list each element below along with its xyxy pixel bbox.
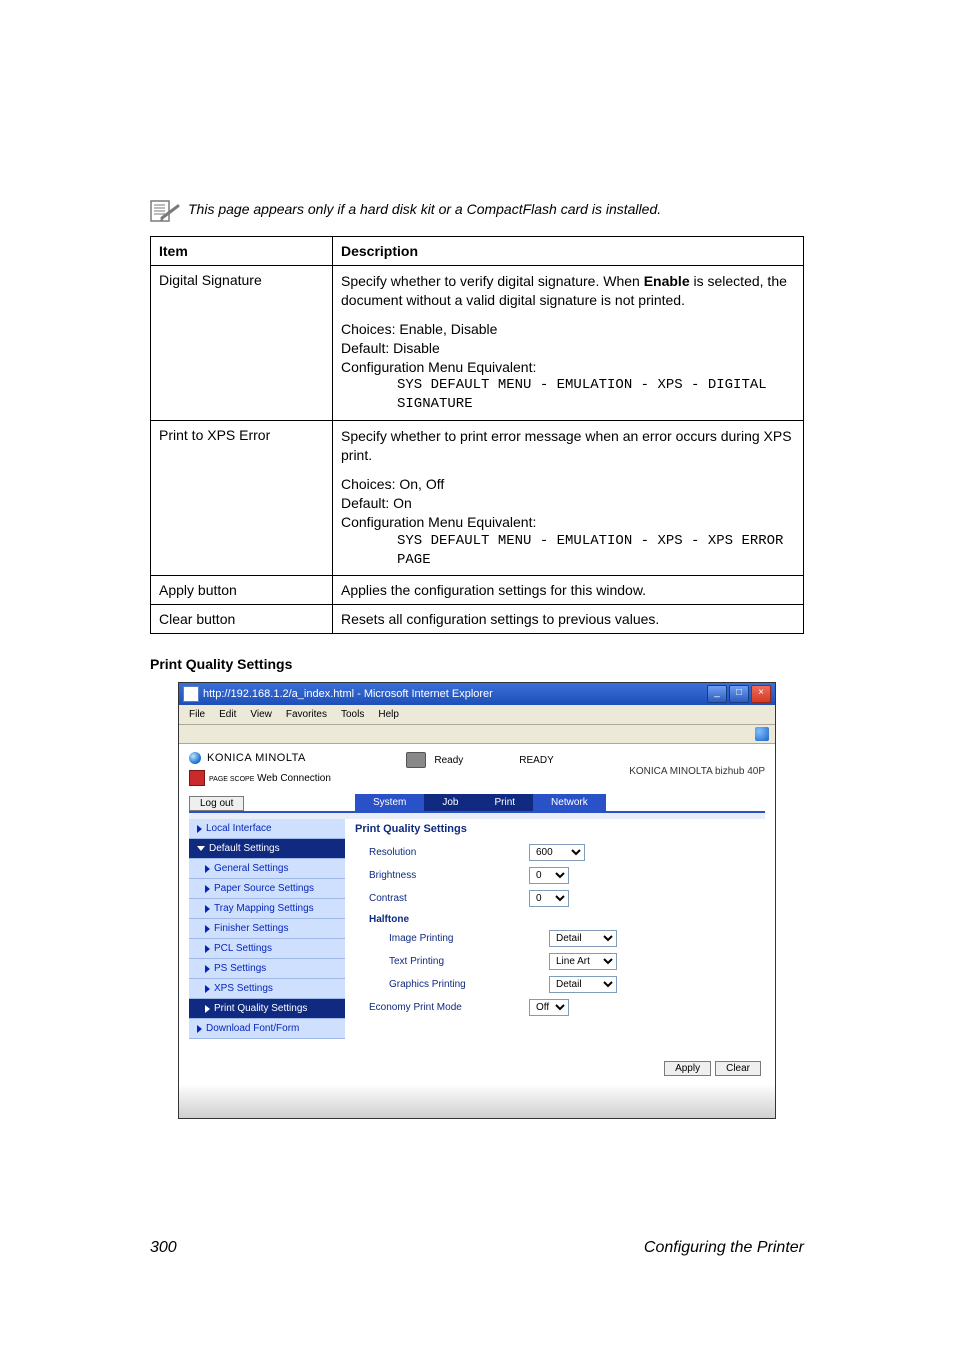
select-economy[interactable]: Off	[529, 999, 569, 1016]
window-titlebar: http://192.168.1.2/a_index.html - Micros…	[179, 683, 775, 705]
sidebar-item-print-quality[interactable]: Print Quality Settings	[189, 999, 345, 1019]
label-halftone: Halftone	[355, 910, 765, 927]
menu-view[interactable]: View	[244, 707, 278, 722]
tab-network[interactable]: Network	[533, 794, 606, 811]
sidebar: Local Interface Default Settings General…	[189, 819, 345, 1039]
tab-job[interactable]: Job	[424, 794, 476, 811]
cell-desc: Resets all configuration settings to pre…	[333, 605, 804, 634]
select-brightness[interactable]: 0	[529, 867, 569, 884]
select-image-printing[interactable]: Detail	[549, 930, 617, 947]
tabs: System Job Print Network	[355, 794, 775, 811]
footer-gradient	[179, 1084, 775, 1118]
cell-item: Apply button	[151, 576, 333, 605]
sidebar-item-pcl[interactable]: PCL Settings	[189, 939, 345, 959]
label-brightness: Brightness	[355, 870, 529, 881]
sidebar-item-tray-mapping[interactable]: Tray Mapping Settings	[189, 899, 345, 919]
section-heading: Print Quality Settings	[150, 656, 804, 672]
ie-logo-icon	[755, 727, 769, 741]
table-row: Print to XPS Error Specify whether to pr…	[151, 421, 804, 576]
sidebar-item-xps[interactable]: XPS Settings	[189, 979, 345, 999]
status-ready-small: Ready	[434, 755, 463, 766]
menu-bar: File Edit View Favorites Tools Help	[179, 705, 775, 725]
menu-favorites[interactable]: Favorites	[280, 707, 333, 722]
label-graphics-printing: Graphics Printing	[355, 979, 549, 990]
cell-desc: Specify whether to verify digital signat…	[333, 266, 804, 421]
note-row: This page appears only if a hard disk ki…	[150, 200, 804, 222]
menu-tools[interactable]: Tools	[335, 707, 370, 722]
settings-panel: Print Quality Settings Resolution600 Bri…	[355, 819, 765, 1039]
menu-help[interactable]: Help	[372, 707, 405, 722]
menu-file[interactable]: File	[183, 707, 211, 722]
note-text: This page appears only if a hard disk ki…	[188, 200, 661, 219]
cell-item: Digital Signature	[151, 266, 333, 421]
label-image-printing: Image Printing	[355, 933, 549, 944]
footer-title: Configuring the Printer	[644, 1239, 804, 1257]
window-title: http://192.168.1.2/a_index.html - Micros…	[199, 688, 707, 700]
select-text-printing[interactable]: Line Art	[549, 953, 617, 970]
header-area: KONICA MINOLTA PAGE SCOPE Web Connection…	[179, 744, 775, 790]
sidebar-item-finisher[interactable]: Finisher Settings	[189, 919, 345, 939]
table-row: Apply button Applies the configuration s…	[151, 576, 804, 605]
clear-button[interactable]: Clear	[715, 1061, 761, 1076]
model-label: KONICA MINOLTA bizhub 40P	[629, 752, 765, 777]
tab-system[interactable]: System	[355, 794, 424, 811]
close-button[interactable]: ×	[751, 685, 771, 703]
page-number: 300	[150, 1239, 177, 1257]
ie-toolbar-strip	[179, 725, 775, 744]
sidebar-item-default-settings[interactable]: Default Settings	[189, 839, 345, 859]
sidebar-item-ps[interactable]: PS Settings	[189, 959, 345, 979]
tab-print[interactable]: Print	[476, 794, 533, 811]
label-resolution: Resolution	[355, 847, 529, 858]
select-resolution[interactable]: 600	[529, 844, 585, 861]
table-row: Digital Signature Specify whether to ver…	[151, 266, 804, 421]
note-icon	[150, 200, 180, 222]
cell-desc: Specify whether to print error message w…	[333, 421, 804, 576]
apply-button[interactable]: Apply	[664, 1061, 711, 1076]
menu-edit[interactable]: Edit	[213, 707, 242, 722]
th-desc: Description	[333, 237, 804, 266]
printer-icon	[406, 752, 426, 768]
panel-heading: Print Quality Settings	[355, 819, 765, 841]
table-row: Clear button Resets all configuration se…	[151, 605, 804, 634]
pagescope-icon	[189, 770, 205, 786]
cell-desc: Applies the configuration settings for t…	[333, 576, 804, 605]
select-graphics-printing[interactable]: Detail	[549, 976, 617, 993]
settings-table: Item Description Digital Signature Speci…	[150, 236, 804, 634]
status-ready-caps: READY	[519, 755, 553, 766]
minimize-button[interactable]: _	[707, 685, 727, 703]
label-economy: Economy Print Mode	[355, 1002, 529, 1013]
brand-text: KONICA MINOLTA	[207, 752, 306, 764]
cell-item: Print to XPS Error	[151, 421, 333, 576]
cell-item: Clear button	[151, 605, 333, 634]
sidebar-item-paper-source[interactable]: Paper Source Settings	[189, 879, 345, 899]
sidebar-item-download-font[interactable]: Download Font/Form	[189, 1019, 345, 1039]
maximize-button[interactable]: □	[729, 685, 749, 703]
km-logo-icon	[189, 752, 201, 764]
th-item: Item	[151, 237, 333, 266]
label-text-printing: Text Printing	[355, 956, 549, 967]
select-contrast[interactable]: 0	[529, 890, 569, 907]
page-footer: 300 Configuring the Printer	[150, 1119, 804, 1257]
sidebar-item-local-interface[interactable]: Local Interface	[189, 819, 345, 839]
label-contrast: Contrast	[355, 893, 529, 904]
sidebar-item-general[interactable]: General Settings	[189, 859, 345, 879]
browser-screenshot: http://192.168.1.2/a_index.html - Micros…	[178, 682, 776, 1119]
pagescope-label: PAGE SCOPE Web Connection	[209, 773, 331, 784]
logout-button[interactable]: Log out	[189, 796, 244, 811]
ie-page-icon	[183, 686, 199, 702]
